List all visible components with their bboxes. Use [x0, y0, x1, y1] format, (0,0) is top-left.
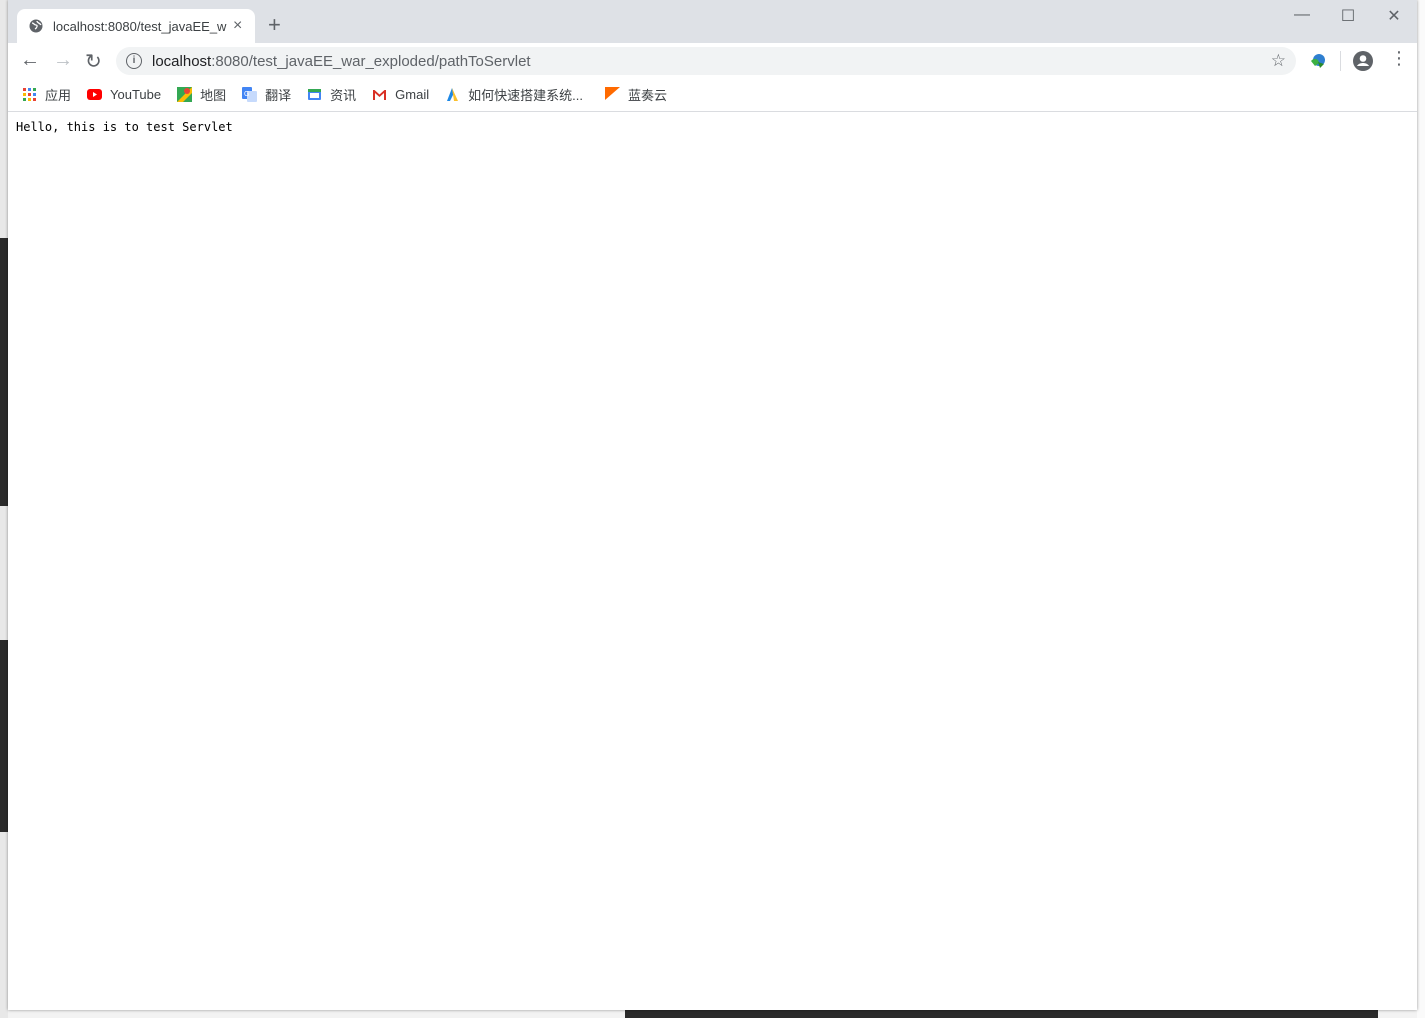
new-tab-button[interactable]: +	[268, 12, 281, 38]
download-manager-extension-icon[interactable]	[1309, 52, 1327, 70]
page-content: Hello, this is to test Servlet	[8, 112, 1417, 142]
info-icon[interactable]: i	[126, 53, 142, 69]
bookmark-youtube[interactable]: YouTube	[87, 87, 161, 102]
bookmark-translate[interactable]: G 翻译	[242, 85, 291, 104]
reload-button[interactable]: ↻	[85, 49, 102, 74]
apps-grid-icon	[23, 88, 36, 101]
tab-strip: localhost:8080/test_javaEE_wa × + — ☐ ✕	[8, 0, 1417, 43]
translate-icon: G	[242, 87, 258, 102]
bookmark-label: 蓝奏云	[627, 88, 667, 103]
tab-title: localhost:8080/test_javaEE_wa	[53, 18, 227, 34]
bookmark-lanzou[interactable]: 蓝奏云	[604, 85, 667, 104]
youtube-icon	[87, 89, 103, 100]
background-app-bottom	[625, 1010, 1378, 1018]
background-app-left	[0, 0, 8, 1018]
maximize-button[interactable]: ☐	[1328, 6, 1368, 26]
servlet-response-text: Hello, this is to test Servlet	[16, 120, 233, 134]
bookmark-gmail[interactable]: Gmail	[372, 87, 429, 102]
background-app-right	[1417, 0, 1425, 1018]
minimize-button[interactable]: —	[1282, 6, 1322, 24]
address-bar[interactable]: i localhost:8080/test_javaEE_war_explode…	[116, 47, 1296, 75]
bookmark-news[interactable]: 资讯	[307, 85, 356, 104]
back-button[interactable]: ←	[20, 49, 40, 72]
gmail-icon	[373, 90, 387, 100]
bookmark-article[interactable]: 如何快速搭建系统...	[445, 85, 583, 104]
lanzou-icon	[604, 87, 620, 100]
bookmark-apps[interactable]: 应用	[22, 85, 71, 104]
news-icon	[308, 89, 322, 100]
globe-icon	[29, 19, 43, 33]
bookmark-label: 翻译	[265, 88, 292, 103]
profile-avatar-icon[interactable]	[1353, 51, 1373, 71]
bookmarks-bar: 应用 YouTube 地图 G 翻译 资讯 Gmail 如何快速搭建系统...	[8, 78, 1417, 112]
maps-icon	[177, 87, 193, 102]
toolbar: ← → ↻ i localhost:8080/test_javaEE_war_e…	[8, 43, 1417, 78]
bookmark-icon	[447, 88, 459, 101]
bookmark-label: 地图	[200, 88, 227, 103]
close-window-button[interactable]: ✕	[1374, 6, 1414, 26]
browser-window: localhost:8080/test_javaEE_wa × + — ☐ ✕ …	[8, 0, 1417, 1010]
tab-close-icon[interactable]: ×	[233, 17, 242, 35]
bookmark-maps[interactable]: 地图	[177, 85, 226, 104]
bookmark-star-icon[interactable]: ☆	[1271, 51, 1286, 71]
menu-kebab-icon[interactable]: ⋮	[1390, 48, 1408, 69]
url-text[interactable]: localhost:8080/test_javaEE_war_exploded/…	[152, 53, 531, 70]
svg-text:G: G	[244, 91, 249, 98]
toolbar-divider	[1340, 51, 1341, 71]
bookmark-label: Gmail	[395, 87, 430, 102]
tab-active[interactable]: localhost:8080/test_javaEE_wa ×	[17, 9, 255, 43]
bookmark-label: 资讯	[330, 88, 357, 103]
bookmark-label: 如何快速搭建系统...	[468, 88, 583, 103]
forward-button[interactable]: →	[53, 49, 73, 72]
bookmark-label: YouTube	[110, 87, 162, 102]
bookmark-label: 应用	[45, 88, 72, 103]
